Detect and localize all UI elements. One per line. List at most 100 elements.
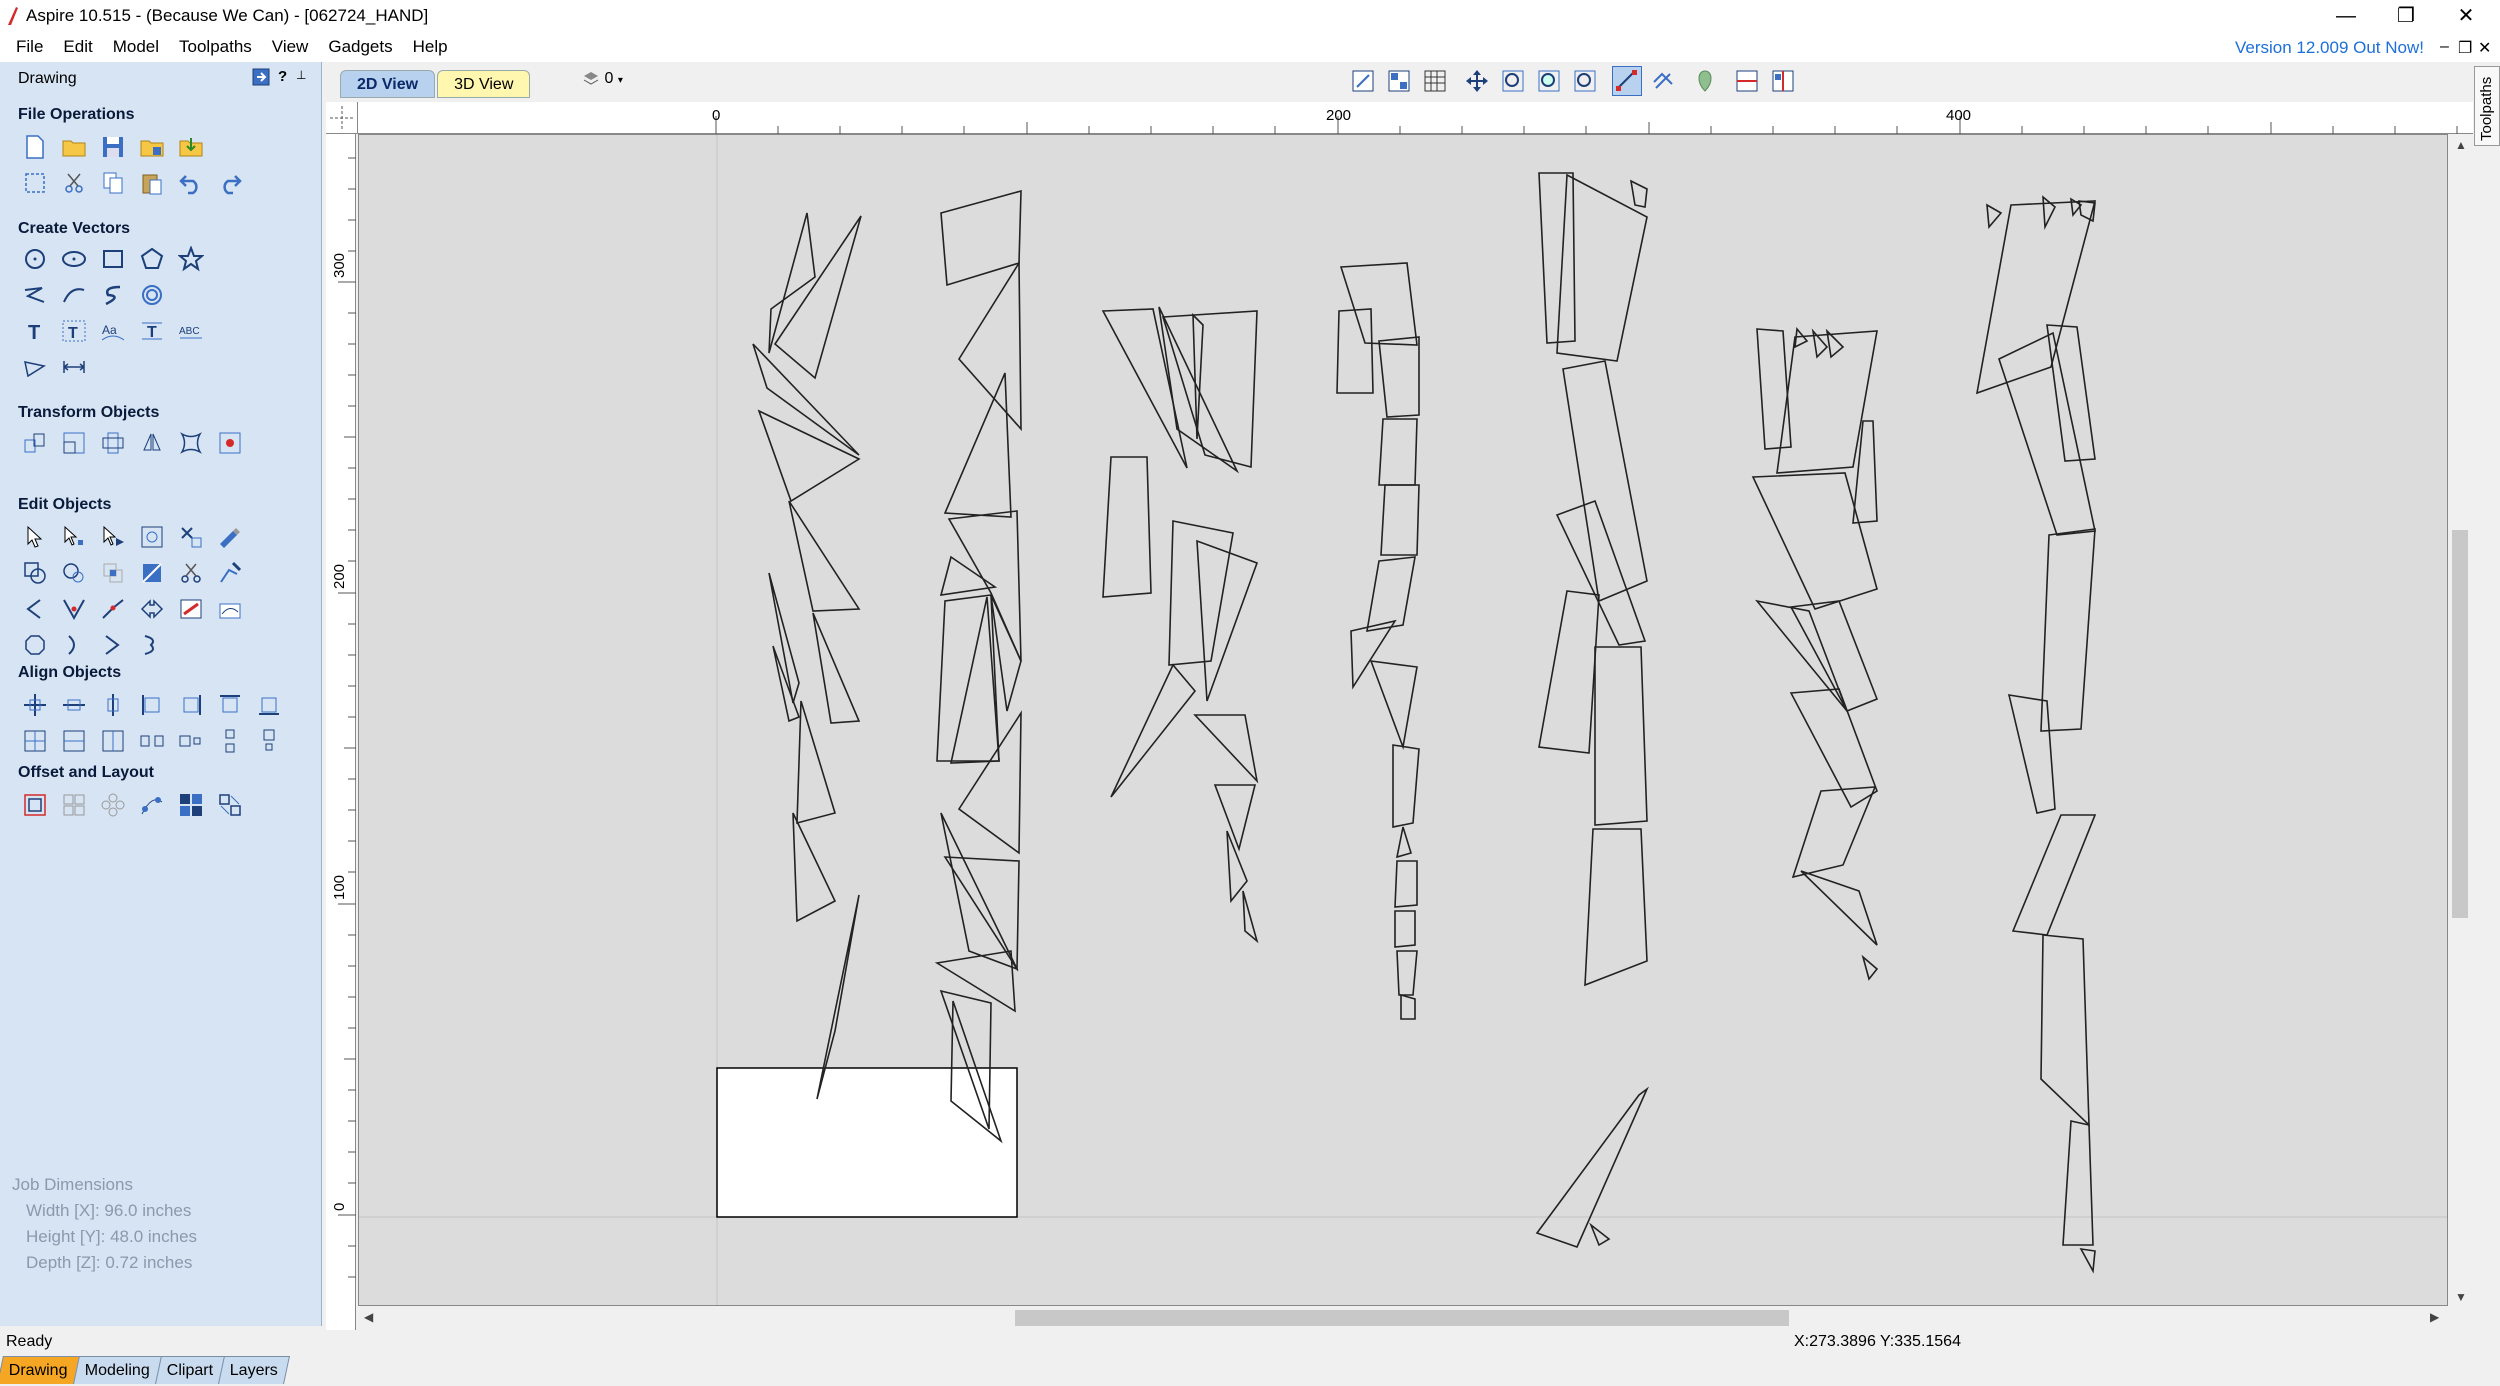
vector-part[interactable] — [1594, 646, 1648, 826]
distribute-vertical-icon[interactable] — [215, 726, 245, 756]
vector-part[interactable] — [2079, 1247, 2096, 1274]
circular-copy-icon[interactable] — [98, 790, 128, 820]
auto-layout-text-icon[interactable]: T — [59, 316, 89, 346]
chamfer-icon[interactable] — [59, 594, 89, 624]
select-all-icon[interactable] — [20, 168, 50, 198]
align-center-icon[interactable] — [20, 690, 50, 720]
tab-clipart[interactable]: Clipart — [154, 1356, 225, 1384]
vector-part[interactable] — [934, 950, 1016, 1013]
pan-icon[interactable] — [1462, 66, 1492, 96]
vector-validator-icon[interactable] — [176, 594, 206, 624]
zoom-in-icon[interactable] — [1534, 66, 1564, 96]
vector-part[interactable] — [1396, 950, 1418, 996]
vector-part[interactable] — [2042, 195, 2056, 230]
center-in-material-icon[interactable] — [20, 726, 50, 756]
copy-icon[interactable] — [98, 168, 128, 198]
tab-layers[interactable]: Layers — [217, 1356, 290, 1384]
vector-part[interactable] — [1392, 744, 1420, 828]
center-horizontal-material-icon[interactable] — [59, 726, 89, 756]
vector-part[interactable] — [1161, 310, 1258, 469]
distribute-spacing-icon[interactable] — [176, 726, 206, 756]
align-center-horizontal-icon[interactable] — [59, 690, 89, 720]
offset-vectors-icon[interactable] — [20, 790, 50, 820]
save-file-icon[interactable] — [98, 132, 128, 162]
zoom-out-icon[interactable] — [1570, 66, 1600, 96]
array-copy-icon[interactable] — [59, 790, 89, 820]
menu-view[interactable]: View — [262, 32, 319, 62]
distribute-horizontal-icon[interactable] — [137, 726, 167, 756]
distribute-vertical-spacing-icon[interactable] — [254, 726, 284, 756]
arc-node-icon[interactable] — [98, 630, 128, 660]
vertical-scrollbar[interactable]: ▲ ▼ — [2448, 134, 2472, 1306]
snap-options-icon[interactable] — [1612, 66, 1642, 96]
rotate-icon[interactable] — [98, 428, 128, 458]
vector-part[interactable] — [812, 612, 861, 724]
vector-part[interactable] — [1861, 954, 1879, 981]
vector-part[interactable] — [1584, 828, 1648, 987]
smart-edit-icon[interactable] — [215, 522, 245, 552]
join-vectors-icon[interactable] — [98, 594, 128, 624]
menu-model[interactable]: Model — [103, 32, 169, 62]
text-arc-icon[interactable]: T — [137, 316, 167, 346]
vector-part[interactable] — [1110, 663, 1197, 798]
mdi-close-button[interactable]: ✕ — [2478, 38, 2491, 58]
vector-part[interactable] — [2040, 934, 2090, 1127]
vector-part[interactable] — [788, 500, 861, 612]
set-origin-icon[interactable] — [215, 428, 245, 458]
vector-part[interactable] — [768, 212, 816, 354]
redo-icon[interactable] — [215, 168, 245, 198]
node-edit-icon[interactable] — [59, 522, 89, 552]
interactive-trim-icon[interactable] — [137, 522, 167, 552]
menu-gadgets[interactable]: Gadgets — [318, 32, 402, 62]
vector-part[interactable] — [757, 409, 861, 503]
vector-part[interactable] — [1794, 327, 1809, 349]
merge-layout-icon[interactable] — [215, 790, 245, 820]
cut-icon[interactable] — [59, 168, 89, 198]
vector-part[interactable] — [1538, 172, 1576, 344]
align-center-vertical-icon[interactable] — [98, 690, 128, 720]
vector-part[interactable] — [957, 710, 1022, 855]
restore-button[interactable]: ❐ — [2376, 0, 2436, 32]
scale-icon[interactable] — [59, 428, 89, 458]
draw-circle-icon[interactable] — [20, 244, 50, 274]
material-icon[interactable] — [1690, 66, 1720, 96]
zoom-extents-icon[interactable] — [1348, 66, 1378, 96]
dimension-icon[interactable] — [59, 352, 89, 382]
mdi-minimize-button[interactable]: – — [2440, 38, 2449, 56]
minimize-button[interactable]: — — [2316, 0, 2376, 32]
extend-vector-icon[interactable] — [20, 594, 50, 624]
draw-ellipse-icon[interactable] — [59, 244, 89, 274]
menu-toolpaths[interactable]: Toolpaths — [169, 32, 262, 62]
vector-part[interactable] — [1336, 308, 1374, 394]
create-fillet-icon[interactable] — [215, 558, 245, 588]
horizontal-scroll-thumb[interactable] — [1015, 1310, 1789, 1326]
scroll-down-icon[interactable]: ▼ — [2455, 1290, 2467, 1304]
vector-part[interactable] — [768, 572, 800, 704]
panel-toggle-icon[interactable] — [252, 68, 270, 90]
draw-arc-icon[interactable] — [98, 280, 128, 310]
vector-part[interactable] — [1776, 330, 1878, 474]
menu-edit[interactable]: Edit — [53, 32, 102, 62]
delete-vectors-icon[interactable] — [176, 522, 206, 552]
draw-polygon-icon[interactable] — [137, 244, 167, 274]
vector-part[interactable] — [1213, 784, 1257, 852]
line-node-icon[interactable] — [137, 630, 167, 660]
vector-part[interactable] — [1754, 599, 1848, 712]
horizontal-scrollbar[interactable]: ◀ ▶ — [358, 1306, 2448, 1328]
trim-vectors-icon[interactable] — [176, 558, 206, 588]
align-top-icon[interactable] — [215, 690, 245, 720]
transform-mode-icon[interactable] — [98, 522, 128, 552]
ruler-corner[interactable] — [326, 102, 358, 134]
vector-part[interactable] — [1852, 420, 1878, 524]
intersect-vectors-icon[interactable] — [98, 558, 128, 588]
vector-part[interactable] — [2062, 1120, 2094, 1246]
vector-part[interactable] — [1400, 993, 1416, 1020]
smooth-node-icon[interactable] — [59, 630, 89, 660]
view-layout-icon[interactable] — [1384, 66, 1414, 96]
scroll-left-icon[interactable]: ◀ — [364, 1310, 373, 1324]
vector-part[interactable] — [958, 260, 1022, 432]
panel-help-button[interactable]: ? — [278, 68, 287, 85]
vector-part[interactable] — [1339, 262, 1418, 346]
vector-part[interactable] — [1998, 331, 2096, 536]
panel-pin-icon[interactable]: ⊥ — [296, 68, 306, 82]
